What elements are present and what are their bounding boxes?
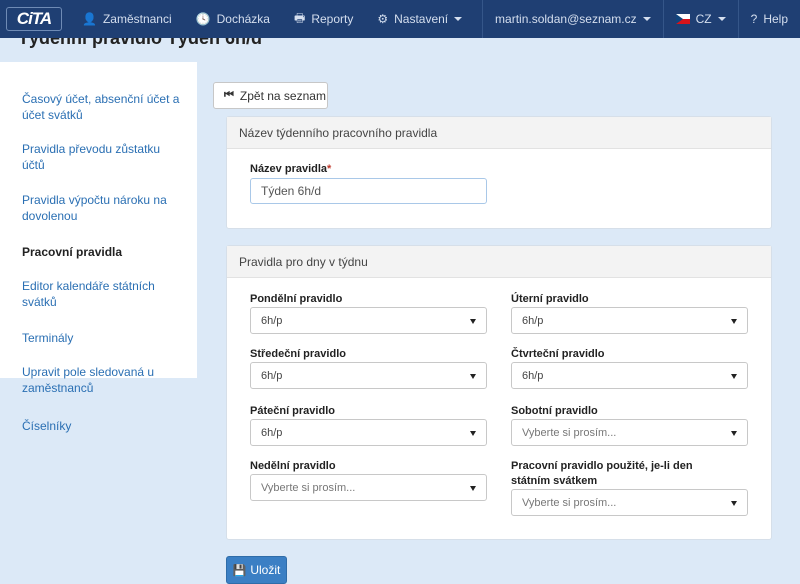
wednesday-rule-select[interactable]: 6h/p [250, 362, 487, 389]
required-mark: * [327, 163, 332, 175]
dropdown-arrow-icon [470, 431, 476, 436]
tuesday-rule-value: 6h/p [522, 314, 544, 327]
sidebar-item-holiday-editor[interactable]: Editor kalendáře státních svátků [22, 278, 182, 310]
clock-icon: 🕓 [195, 12, 211, 26]
thursday-rule-value: 6h/p [522, 369, 544, 382]
holiday-rule-select[interactable]: Vyberte si prosím... [511, 489, 748, 516]
nav-settings[interactable]: ⚙ Nastavení [365, 0, 474, 38]
monday-rule-select[interactable]: 6h/p [250, 307, 487, 334]
wednesday-rule-label: Středeční pravidlo [250, 348, 346, 360]
nav-attendance-label: Docházka [216, 12, 270, 26]
monday-rule-label: Pondělní pravidlo [250, 293, 343, 305]
user-icon: 👤 [82, 12, 97, 26]
back-button-label: Zpět na seznam [239, 88, 326, 103]
sidebar-item-codelists[interactable]: Číselníky [22, 418, 182, 434]
brand-logo[interactable]: CiTA [0, 0, 70, 38]
dropdown-arrow-icon [731, 374, 737, 379]
help-label: Help [763, 12, 788, 26]
days-panel-title: Pravidla pro dny v týdnu [227, 246, 771, 278]
nav-settings-label: Nastavení [394, 12, 449, 26]
back-to-list-button[interactable]: ⏮ Zpět na seznam [213, 82, 328, 109]
language-menu[interactable]: CZ [664, 0, 738, 38]
rule-name-input[interactable]: Týden 6h/d [250, 178, 487, 204]
czech-flag-icon [675, 14, 690, 24]
user-menu[interactable]: martin.soldan@seznam.cz [483, 0, 663, 38]
thursday-rule-select[interactable]: 6h/p [511, 362, 748, 389]
save-button-label: Uložit [250, 563, 281, 577]
name-panel: Název týdenního pracovního pravidla Náze… [226, 116, 772, 229]
thursday-rule-label: Čtvrteční pravidlo [511, 348, 605, 360]
chevron-down-icon [454, 17, 463, 21]
holiday-rule-label: Pracovní pravidlo použité, je-li den stá… [511, 460, 693, 487]
saturday-rule-select[interactable]: Vyberte si prosím... [511, 419, 748, 446]
tuesday-rule-label: Úterní pravidlo [511, 293, 589, 305]
saturday-rule-label: Sobotní pravidlo [511, 405, 598, 417]
top-navbar: CiTA 👤 Zaměstnanci 🕓 Docházka 🖶 Reporty … [0, 0, 800, 38]
name-panel-title: Název týdenního pracovního pravidla [227, 117, 771, 149]
dropdown-arrow-icon [470, 319, 476, 324]
friday-rule-value: 6h/p [261, 426, 283, 439]
user-email: martin.soldan@seznam.cz [495, 12, 637, 26]
chevron-down-icon [642, 17, 651, 21]
help-link[interactable]: ? Help [739, 0, 800, 38]
dropdown-arrow-icon [470, 374, 476, 379]
sidebar-item-terminals[interactable]: Terminály [22, 330, 182, 346]
print-icon: 🖶 [293, 10, 306, 25]
dropdown-arrow-icon [731, 501, 737, 506]
floppy-disk-icon: 💾 [232, 564, 247, 577]
chevron-down-icon [717, 17, 726, 21]
save-button[interactable]: 💾 Uložit [226, 556, 287, 584]
holiday-rule-value: Vyberte si prosím... [522, 496, 617, 509]
language-label: CZ [695, 12, 712, 26]
sidebar-item-time-accounts[interactable]: Časový účet, absenční účet a účet svátků [22, 91, 182, 123]
wednesday-rule-value: 6h/p [261, 369, 283, 382]
sidebar-item-employee-fields[interactable]: Upravit pole sledovaná u zaměstnanců [22, 364, 182, 396]
question-icon: ? [750, 12, 758, 26]
nav-employees[interactable]: 👤 Zaměstnanci [70, 0, 184, 38]
sunday-rule-select[interactable]: Vyberte si prosím... [250, 474, 487, 501]
sidebar-item-work-rules[interactable]: Pracovní pravidla [22, 244, 182, 260]
monday-rule-value: 6h/p [261, 314, 283, 327]
tuesday-rule-select[interactable]: 6h/p [511, 307, 748, 334]
days-panel: Pravidla pro dny v týdnu Pondělní pravid… [226, 245, 772, 540]
friday-rule-select[interactable]: 6h/p [250, 419, 487, 446]
nav-attendance[interactable]: 🕓 Docházka [184, 0, 282, 38]
sunday-rule-value: Vyberte si prosím... [261, 481, 356, 494]
nav-reports[interactable]: 🖶 Reporty [282, 0, 365, 38]
friday-rule-label: Páteční pravidlo [250, 405, 335, 417]
sidebar-item-balance-transfer[interactable]: Pravidla převodu zůstatku účtů [22, 141, 182, 173]
step-backward-icon: ⏮ [224, 89, 234, 101]
nav-reports-label: Reporty [311, 12, 354, 26]
rule-name-label-text: Název pravidla [250, 163, 328, 175]
sunday-rule-label: Nedělní pravidlo [250, 460, 336, 472]
brand-text: CiTA [6, 7, 62, 31]
dropdown-arrow-icon [470, 486, 476, 491]
dropdown-arrow-icon [731, 319, 737, 324]
rule-name-label: Název pravidla* [250, 162, 331, 177]
gear-icon: ⚙ [377, 12, 389, 26]
nav-employees-label: Zaměstnanci [102, 12, 172, 26]
sidebar-item-vacation-rules[interactable]: Pravidla výpočtu nároku na dovolenou [22, 192, 182, 224]
dropdown-arrow-icon [731, 431, 737, 436]
saturday-rule-value: Vyberte si prosím... [522, 426, 617, 439]
sidebar: Časový účet, absenční účet a účet svátků… [0, 62, 197, 433]
